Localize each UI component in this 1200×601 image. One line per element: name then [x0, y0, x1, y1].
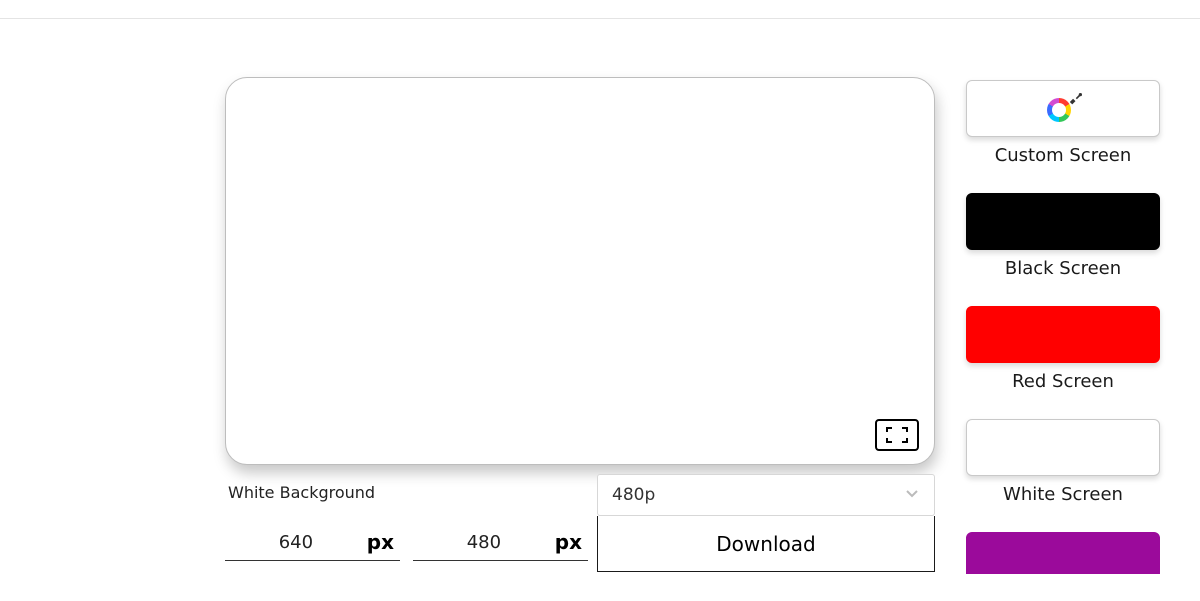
- preset-label: White Screen: [966, 484, 1160, 505]
- fullscreen-button[interactable]: [875, 419, 919, 451]
- top-divider: [0, 18, 1200, 19]
- preset-custom-swatch[interactable]: [966, 80, 1160, 137]
- download-button[interactable]: Download: [597, 516, 935, 572]
- preset-custom: Custom Screen: [966, 80, 1160, 166]
- resolution-selected-value: 480p: [612, 485, 655, 505]
- height-unit: px: [555, 530, 588, 554]
- preset-white-swatch[interactable]: [966, 419, 1160, 476]
- width-input[interactable]: [225, 532, 367, 553]
- screen-presets-sidebar: Custom Screen Black Screen Red Screen Wh…: [966, 80, 1160, 601]
- chevron-down-icon: [904, 485, 920, 506]
- preset-purple-swatch[interactable]: [966, 532, 1160, 574]
- preset-label: Black Screen: [966, 258, 1160, 279]
- preset-white: White Screen: [966, 419, 1160, 505]
- preset-label: Custom Screen: [966, 145, 1160, 166]
- preview-label: White Background: [228, 483, 375, 502]
- download-label: Download: [716, 532, 815, 556]
- preview-canvas[interactable]: [225, 77, 935, 465]
- width-unit: px: [367, 530, 400, 554]
- preset-purple: Purple Screen: [966, 532, 1160, 574]
- preset-red: Red Screen: [966, 306, 1160, 392]
- preset-black: Black Screen: [966, 193, 1160, 279]
- color-picker-icon: [1046, 95, 1080, 123]
- height-input[interactable]: [413, 532, 555, 553]
- fullscreen-icon: [885, 426, 909, 444]
- width-input-group: px: [225, 530, 400, 561]
- height-input-group: px: [413, 530, 588, 561]
- resolution-select[interactable]: 480p: [597, 474, 935, 516]
- preset-label: Red Screen: [966, 371, 1160, 392]
- preset-red-swatch[interactable]: [966, 306, 1160, 363]
- preset-black-swatch[interactable]: [966, 193, 1160, 250]
